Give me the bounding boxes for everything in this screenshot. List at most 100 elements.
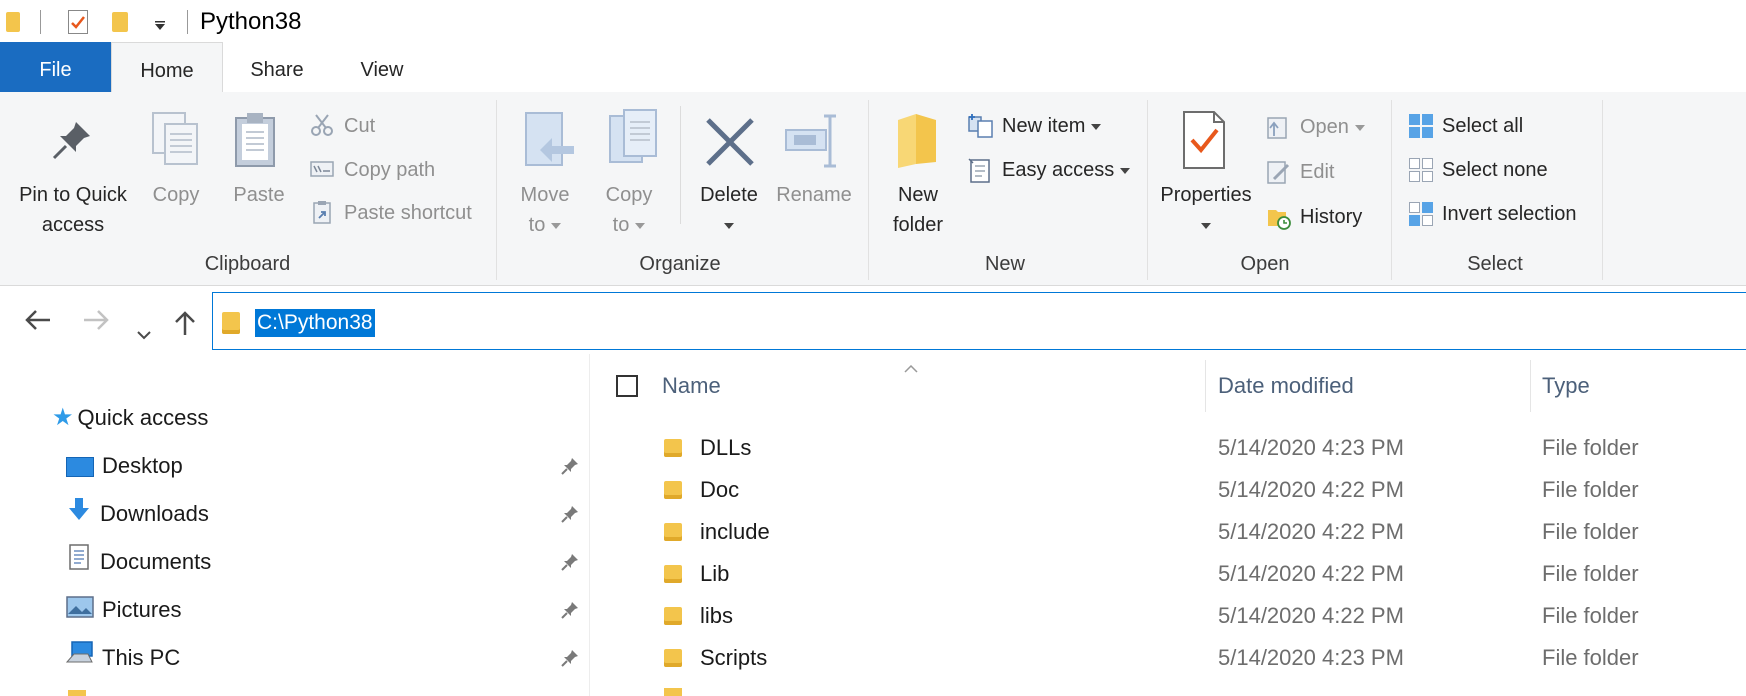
file-name: include [700,519,770,544]
download-arrow-icon [66,495,92,535]
new-folder-button[interactable]: New folder [876,180,960,240]
delete-button[interactable]: Delete [690,180,768,240]
nav-item-downloads[interactable]: Downloads [66,494,209,534]
column-separator[interactable] [1530,360,1531,412]
open-button[interactable]: Open [1266,112,1365,142]
tab-file[interactable]: File [0,42,111,92]
file-name: Doc [700,477,740,502]
title-separator [187,10,188,34]
paste-shortcut-icon [310,200,334,224]
table-row[interactable]: Scripts 5/14/2020 4:23 PM File folder [590,637,1746,679]
nav-item-label: This PC [102,645,181,670]
table-row[interactable]: Doc 5/14/2020 4:22 PM File folder [590,469,1746,511]
pin-to-quick-access-button[interactable]: Pin to Quick access [8,180,138,240]
edit-button[interactable]: Edit [1266,157,1334,187]
new-item-dropdown-icon [1091,123,1102,130]
file-type: File folder [1542,435,1639,460]
pin-icon[interactable] [560,504,580,529]
file-name: libs [700,603,734,628]
pin-icon[interactable] [560,456,580,481]
properties-icon [1180,110,1228,175]
copy-button[interactable]: Copy [140,180,212,210]
pin-icon[interactable] [560,648,580,673]
history-button[interactable]: History [1266,202,1362,232]
paste-button[interactable]: Paste [220,180,298,210]
nav-item-desktop[interactable]: Desktop [66,446,183,486]
move-to-icon [522,110,578,175]
invert-selection-button[interactable]: Invert selection [1408,199,1577,229]
new-item-icon [968,113,993,138]
table-row[interactable]: DLLs 5/14/2020 4:23 PM File folder [590,427,1746,469]
tab-view[interactable]: View [332,42,432,92]
up-button[interactable] [174,310,196,343]
forward-arrow-icon [84,310,109,330]
tab-share[interactable]: Share [222,42,332,92]
document-icon [66,543,92,584]
table-row[interactable]: include 5/14/2020 4:22 PM File folder [590,511,1746,553]
group-separator [1391,100,1392,280]
pin-icon[interactable] [560,552,580,577]
forward-button[interactable] [82,308,110,339]
column-separator[interactable] [1205,360,1206,412]
delete-caret-wrap [690,210,768,240]
table-row[interactable]: Lib 5/14/2020 4:22 PM File folder [590,553,1746,595]
column-header-type[interactable]: Type [1542,373,1590,399]
back-button[interactable] [24,308,52,339]
address-path[interactable]: C:\Python38 [255,309,375,337]
organize-group-label: Organize [639,253,721,275]
copy-to-dropdown-icon [635,222,646,229]
move-to-line1: Move [520,184,570,206]
delete-label: Delete [700,184,758,206]
file-date: 5/14/2020 4:22 PM [1218,477,1404,502]
easy-access-button[interactable]: Easy access [968,155,1131,185]
move-to-line2: to [528,214,546,236]
copy-to-line1: Copy [605,184,653,206]
recent-locations-button[interactable] [136,316,152,347]
easy-access-label: Easy access [1002,159,1115,181]
file-type: File folder [1542,477,1639,502]
nav-quick-access[interactable]: ★ Quick access [52,398,208,438]
new-folder-quick-icon[interactable] [112,12,128,32]
select-all-icon [1408,113,1433,138]
customize-quick-access-icon[interactable] [154,18,166,36]
file-date: 5/14/2020 4:22 PM [1218,519,1404,544]
copy-to-button[interactable]: Copy to [592,180,666,240]
clipboard-group-label: Clipboard [204,253,291,275]
app-folder-icon[interactable] [6,12,20,32]
address-bar[interactable] [212,292,1746,350]
copy-to-line2-wrap: to [592,210,666,240]
paste-shortcut-button[interactable]: Paste shortcut [310,198,472,228]
picture-icon [66,591,94,631]
select-all-label: Select all [1442,115,1524,137]
select-all-button[interactable]: Select all [1408,111,1523,141]
copy-path-label: Copy path [344,159,436,181]
select-group-label: Select [1467,253,1523,275]
select-all-checkbox[interactable] [616,375,638,397]
column-header-name[interactable]: Name [662,373,721,399]
table-row[interactable]: libs 5/14/2020 4:22 PM File folder [590,595,1746,637]
cut-label: Cut [344,115,376,137]
properties-quick-icon[interactable] [68,10,88,34]
cut-button[interactable]: Cut [310,111,375,141]
nav-item-pictures[interactable]: Pictures [66,590,181,630]
new-group-label: New [984,253,1025,275]
column-header-date-modified[interactable]: Date modified [1218,373,1354,399]
open-dropdown-icon [1354,124,1365,131]
select-none-button[interactable]: Select none [1408,155,1548,185]
folder-icon [664,565,682,583]
properties-button[interactable]: Properties [1152,180,1260,240]
folder-icon [664,439,682,457]
file-name: Lib [700,561,730,586]
move-to-button[interactable]: Move to [508,180,582,240]
file-type: File folder [1542,561,1639,586]
pin-icon[interactable] [560,600,580,625]
scissors-icon [310,113,334,137]
copy-path-button[interactable]: Copy path [310,155,435,185]
rename-button[interactable]: Rename [774,180,854,210]
copy-to-icon [606,108,662,173]
tab-home[interactable]: Home [111,42,223,94]
file-date: 5/14/2020 4:22 PM [1218,561,1404,586]
nav-item-this-pc[interactable]: This PC [65,638,181,678]
new-item-button[interactable]: New item [968,111,1102,141]
nav-item-documents[interactable]: Documents [66,542,211,582]
